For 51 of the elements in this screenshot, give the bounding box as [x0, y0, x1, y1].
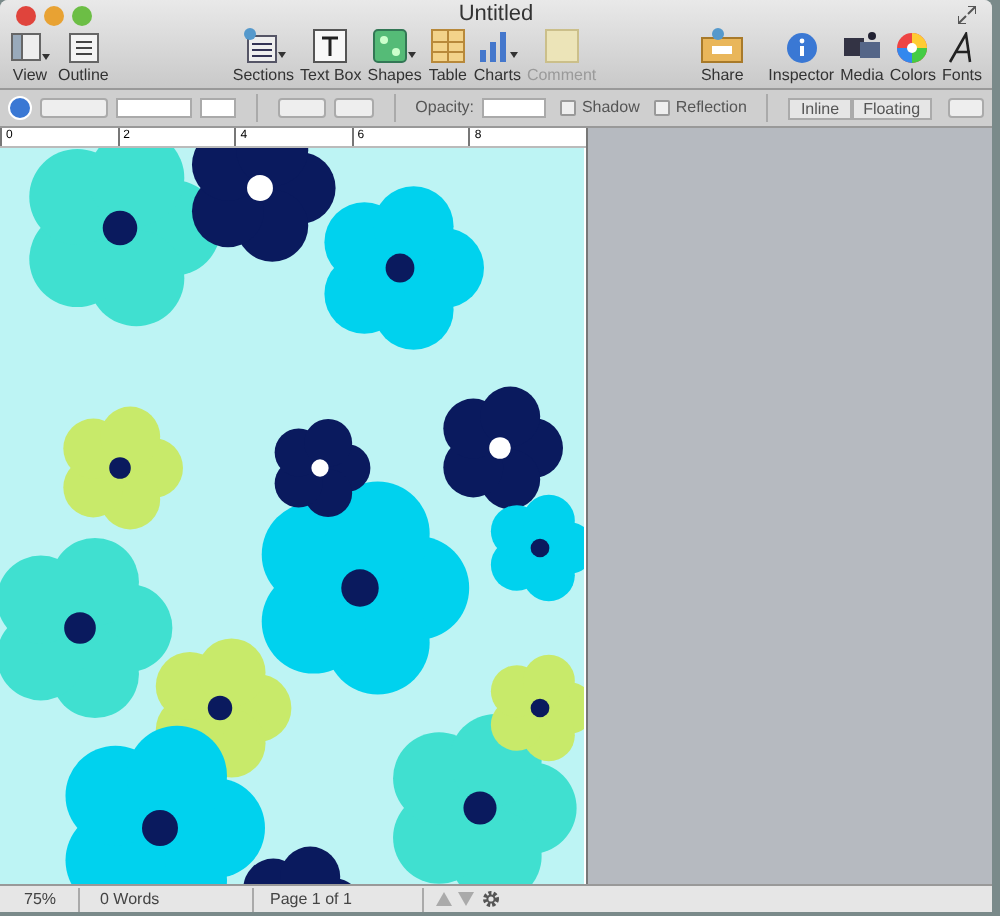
toolbar-button[interactable]: Share	[698, 28, 747, 84]
toolbar-button[interactable]: Sections	[230, 28, 297, 84]
size-field[interactable]	[199, 98, 236, 118]
font-dropdown[interactable]	[115, 98, 192, 118]
opacity-label: Opacity:	[415, 96, 475, 120]
media-icon	[841, 32, 882, 64]
toolbar-button[interactable]: Text Box	[298, 28, 364, 84]
wrap-segment[interactable]: Floating	[851, 97, 933, 119]
checkbox-label: Reflection	[675, 96, 747, 120]
toolbar-button[interactable]: View	[8, 28, 52, 84]
table-icon	[429, 28, 466, 64]
toolbar-button[interactable]: Colors	[887, 28, 938, 84]
fullscreen-icon[interactable]	[958, 6, 976, 24]
info-icon	[785, 32, 818, 64]
zoom-button[interactable]	[72, 5, 92, 25]
wrap-dropdown[interactable]	[948, 98, 984, 118]
sections-icon	[241, 28, 286, 64]
paragraph-style-icon[interactable]	[8, 96, 32, 120]
opacity-field[interactable]	[482, 98, 546, 118]
toolbar-button[interactable]: Fonts	[939, 28, 984, 84]
next-page-icon[interactable]	[458, 892, 474, 906]
toolbar-button[interactable]: Charts	[471, 28, 523, 84]
sidebar-view-icon	[10, 32, 50, 64]
toolbar-button[interactable]: Shapes	[365, 28, 424, 84]
shapes-icon	[372, 28, 417, 64]
font-icon	[947, 32, 976, 64]
text-box-icon	[312, 28, 349, 64]
gear-icon[interactable]	[482, 890, 500, 908]
bar-chart-icon	[475, 28, 520, 64]
align-button[interactable]	[277, 98, 326, 118]
zoom-dropdown[interactable]: 75%	[0, 887, 80, 911]
close-button[interactable]	[16, 5, 36, 25]
color-wheel-icon	[896, 32, 929, 64]
checkbox[interactable]	[653, 100, 670, 116]
minimize-button[interactable]	[44, 5, 64, 25]
share-icon	[700, 28, 745, 64]
window-title: Untitled	[458, 0, 534, 31]
checkbox[interactable]	[559, 100, 576, 116]
toolbar-button[interactable]: Outline	[56, 28, 111, 84]
wrap-segment[interactable]: Inline	[788, 97, 852, 119]
page-count: Page 1 of 1	[254, 887, 424, 911]
border-button[interactable]	[333, 98, 374, 118]
style-dropdown[interactable]	[39, 98, 108, 118]
toolbar-button[interactable]: Inspector	[766, 28, 837, 84]
outline-icon	[67, 32, 100, 64]
word-count: 0 Words	[80, 887, 254, 911]
toolbar-button[interactable]: Media	[838, 28, 886, 84]
previous-page-icon[interactable]	[436, 892, 452, 906]
note-icon	[543, 28, 580, 64]
toolbar-button[interactable]: Table	[425, 28, 470, 84]
checkbox-label: Shadow	[581, 96, 640, 120]
